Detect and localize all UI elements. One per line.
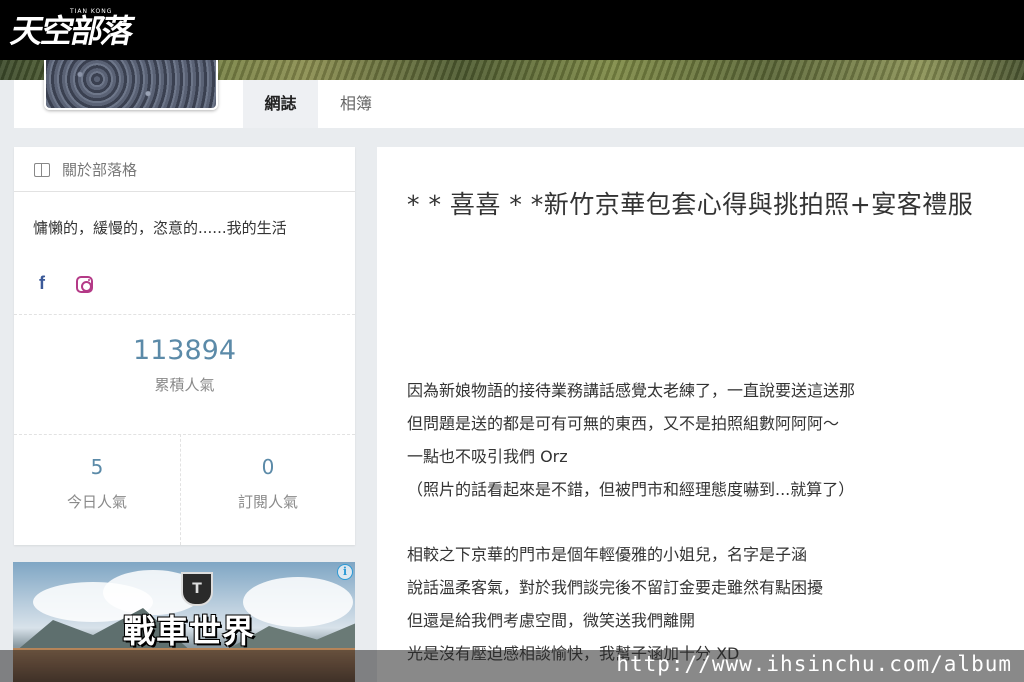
ad-emblem-icon: T <box>181 572 213 606</box>
stat-today: 5 今日人氣 <box>14 455 180 512</box>
sidebar-about: 關於部落格 慵懶的，緩慢的，恣意的......我的生活 f 113894 累積人… <box>14 147 355 545</box>
article-paragraph: 但還是給我們考慮空間，微笑送我們離開 <box>407 611 696 630</box>
facebook-icon[interactable]: f <box>39 273 45 294</box>
about-title: 關於部落格 <box>62 160 138 179</box>
stat-subscribe: 0 訂閱人氣 <box>181 455 355 512</box>
book-icon <box>34 162 50 177</box>
article-paragraph: 說話溫柔客氣，對於我們談完後不留訂金要走雖然有點困擾 <box>407 578 824 597</box>
article-panel: * * 喜喜 * *新竹京華包套心得與挑拍照+宴客禮服 因為新娘物語的接待業務講… <box>377 147 1024 682</box>
article-paragraph: 相較之下京華的門市是個年輕優雅的小姐兒，名字是子涵 <box>407 545 808 564</box>
watermark-bar: http://www.ihsinchu.com/album <box>0 650 1024 682</box>
stat-total-label: 累積人氣 <box>154 376 215 394</box>
ad-title: 戰車世界 <box>123 612 256 650</box>
stat-total-value: 113894 <box>132 335 237 366</box>
top-bar: 天空部落 TIAN KONG <box>0 0 1024 60</box>
article-title: * * 喜喜 * *新竹京華包套心得與挑拍照+宴客禮服 <box>407 190 974 219</box>
tab-blog[interactable]: 網誌 <box>243 80 318 128</box>
stat-today-value: 5 <box>90 455 104 479</box>
blog-description: 慵懶的，緩慢的，恣意的......我的生活 <box>33 219 287 237</box>
divider <box>14 314 355 315</box>
tab-album[interactable]: 相簿 <box>320 80 392 128</box>
avatar[interactable] <box>44 60 218 110</box>
site-logo-small: TIAN KONG <box>70 8 113 15</box>
article-paragraph: （照片的話看起來是不錯，但被門市和經理態度嚇到...就算了） <box>407 480 855 499</box>
stat-total: 113894 累積人氣 <box>14 335 355 395</box>
ad-cloud <box>243 577 353 627</box>
stat-subscribe-label: 訂閱人氣 <box>237 493 298 511</box>
stat-today-label: 今日人氣 <box>66 493 127 511</box>
watermark-text: http://www.ihsinchu.com/album <box>616 652 1012 676</box>
article-paragraph: 因為新娘物語的接待業務講話感覺太老練了，一直說要送這送那 <box>407 381 856 400</box>
stat-subscribe-value: 0 <box>261 455 275 479</box>
article-paragraph: 但問題是送的都是可有可無的東西，又不是拍照組數阿阿阿～ <box>407 414 840 433</box>
instagram-icon[interactable] <box>76 276 93 293</box>
divider <box>14 434 355 435</box>
article-paragraph: 一點也不吸引我們 Orz <box>407 447 568 466</box>
ad-info-icon[interactable]: i <box>337 564 353 580</box>
about-header: 關於部落格 <box>14 147 355 192</box>
